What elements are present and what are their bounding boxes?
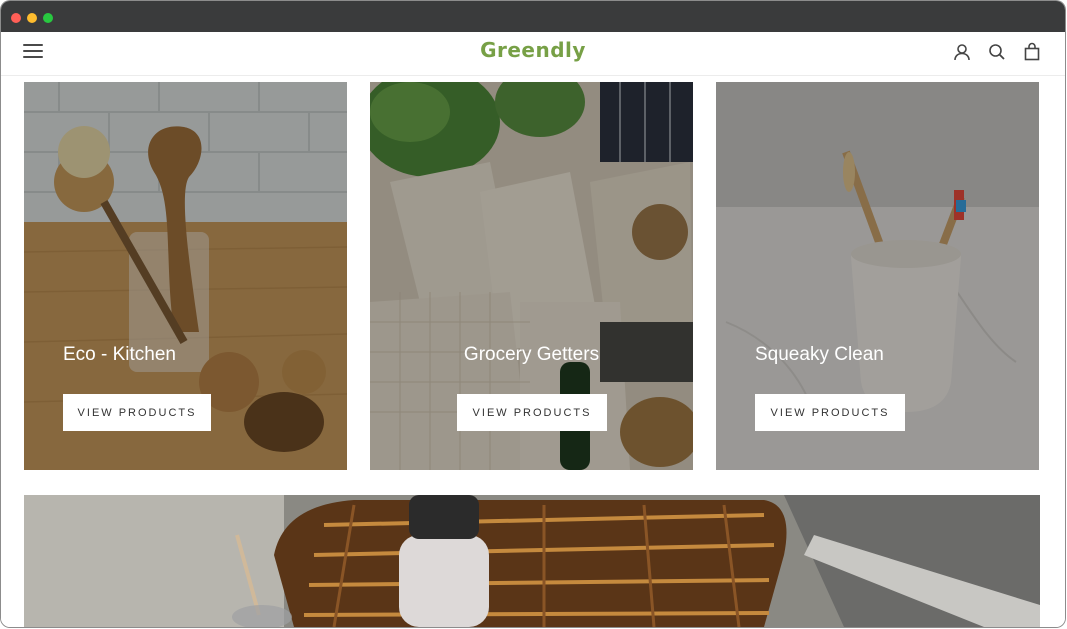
search-icon[interactable] (987, 42, 1007, 62)
close-window-button[interactable] (11, 13, 21, 23)
site-logo[interactable]: Greendly (1, 38, 1065, 62)
collection-title: Eco - Kitchen (63, 344, 176, 365)
view-products-button[interactable]: VIEW PRODUCTS (63, 394, 211, 431)
window-titlebar (1, 1, 1065, 32)
minimize-window-button[interactable] (27, 13, 37, 23)
account-icon[interactable] (952, 42, 972, 62)
featured-banner-photo (24, 495, 1040, 627)
collection-card-grocery-getters[interactable]: Grocery Getters VIEW PRODUCTS (370, 82, 693, 470)
collection-card-squeaky-clean[interactable]: Squeaky Clean VIEW PRODUCTS (716, 82, 1039, 470)
browser-window: Greendly Eco - Kitchen VIEW PRODUCTS Gro… (1, 1, 1065, 627)
collection-card-eco-kitchen[interactable]: Eco - Kitchen VIEW PRODUCTS (24, 82, 347, 470)
view-products-button[interactable]: VIEW PRODUCTS (457, 394, 607, 431)
maximize-window-button[interactable] (43, 13, 53, 23)
collection-title: Grocery Getters (463, 344, 600, 365)
featured-banner[interactable] (24, 495, 1040, 627)
view-products-button[interactable]: VIEW PRODUCTS (755, 394, 905, 431)
collections-grid: Eco - Kitchen VIEW PRODUCTS Grocery Gett… (1, 76, 1065, 627)
collection-title: Squeaky Clean (755, 344, 884, 365)
site-header: Greendly (1, 32, 1065, 76)
shopping-bag-icon[interactable] (1022, 42, 1042, 62)
